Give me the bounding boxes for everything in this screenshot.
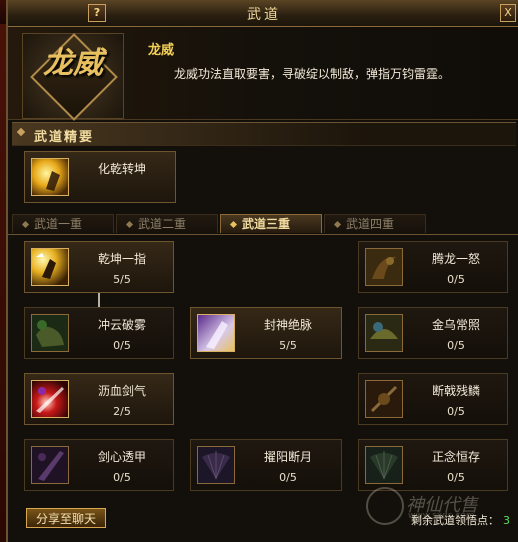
skill-name: 腾龙一怒 (431, 252, 480, 266)
skill-header: 龙威 龙威 龙威功法直取要害，寻破绽以制敌，弹指万钧雷霆。 (8, 27, 518, 121)
skill-card[interactable]: 剑心透甲 0/5 (24, 439, 174, 491)
tier-tabs: 武道一重 武道二重 武道三重 武道四重 (8, 212, 518, 235)
skill-name: 金乌常照 (431, 318, 480, 332)
skill-card[interactable]: 擢阳断月 0/5 (190, 439, 342, 491)
sword-heart-icon (31, 446, 69, 484)
golden-crow-icon (365, 314, 403, 352)
wudao-window: ? 武道 X 龙威 龙威 龙威功法直取要害，寻破绽以制敌，弹指万钧雷霆。 武道精… (6, 0, 518, 542)
skill-name: 断戟残鳞 (431, 384, 480, 398)
skill-level: 0/5 (447, 405, 465, 418)
skill-card[interactable]: 乾坤一指 5/5 (24, 241, 174, 293)
remaining-points-value: 3 (503, 514, 510, 527)
skill-name: 封神绝脉 (263, 318, 312, 332)
skill-card[interactable]: 沥血剑气 2/5 (24, 373, 174, 425)
section-header: 武道精要 (12, 122, 516, 146)
close-button[interactable]: X (500, 4, 516, 22)
skill-level: 0/5 (113, 471, 131, 484)
skill-level: 5/5 (279, 339, 297, 352)
skill-title: 龙威 (148, 43, 175, 58)
skill-card[interactable]: 腾龙一怒 0/5 (358, 241, 508, 293)
fist-glow-icon (31, 158, 69, 196)
seal-palm-icon (197, 314, 235, 352)
skill-card[interactable]: 断戟残鳞 0/5 (358, 373, 508, 425)
skill-connector-line (98, 293, 100, 307)
dragon-rage-icon (365, 248, 403, 286)
broken-halberd-icon (365, 380, 403, 418)
skill-card[interactable]: 金乌常照 0/5 (358, 307, 508, 359)
essence-skill-card[interactable]: 化乾转坤 (24, 151, 176, 203)
cloud-fist-icon (31, 314, 69, 352)
skill-name: 冲云破雾 (97, 318, 146, 332)
skill-level: 0/5 (113, 339, 131, 352)
skill-name: 擢阳断月 (263, 450, 312, 464)
tab-dot-icon (229, 220, 238, 229)
skill-description: 龙威功法直取要害，寻破绽以制敌，弹指万钧雷霆。 (174, 67, 451, 81)
tab-tier-1[interactable]: 武道一重 (12, 214, 114, 233)
window-title: 武道 (247, 7, 281, 23)
skill-card[interactable]: 冲云破雾 0/5 (24, 307, 174, 359)
share-to-chat-button[interactable]: 分享至聊天 (26, 508, 106, 528)
skill-name: 正念恒存 (431, 450, 480, 464)
skill-level: 0/5 (447, 339, 465, 352)
emblem-calligraphy: 龙威 (43, 46, 103, 81)
skill-level: 2/5 (113, 405, 131, 418)
watermark-logo-icon (366, 487, 404, 525)
diamond-bullet-icon (16, 127, 26, 137)
skill-card[interactable]: 正念恒存 0/5 (358, 439, 508, 491)
skill-level: 0/5 (447, 471, 465, 484)
tab-dot-icon (333, 220, 342, 229)
blood-sword-icon (31, 380, 69, 418)
skill-level: 0/5 (447, 273, 465, 286)
tab-tier-2[interactable]: 武道二重 (116, 214, 218, 233)
skill-card[interactable]: 封神绝脉 5/5 (190, 307, 342, 359)
tab-dot-icon (125, 220, 134, 229)
skill-name: 乾坤一指 (97, 252, 146, 266)
title-bar[interactable]: ? 武道 X (8, 0, 518, 27)
tab-tier-3[interactable]: 武道三重 (220, 214, 322, 233)
skill-name: 沥血剑气 (97, 384, 146, 398)
sun-moon-fan-icon (197, 446, 235, 484)
section-title: 武道精要 (34, 130, 95, 145)
tab-dot-icon (21, 220, 30, 229)
remaining-points: 剩余武道领悟点： 3 (411, 514, 510, 527)
fan-mind-icon (365, 446, 403, 484)
skill-emblem: 龙威 (22, 33, 124, 121)
skill-level: 5/5 (113, 273, 131, 286)
finger-strike-icon (31, 248, 69, 286)
skill-level: 0/5 (279, 471, 297, 484)
essence-skill-name: 化乾转坤 (97, 162, 146, 176)
tab-tier-4[interactable]: 武道四重 (324, 214, 426, 233)
skill-name: 剑心透甲 (97, 450, 146, 464)
